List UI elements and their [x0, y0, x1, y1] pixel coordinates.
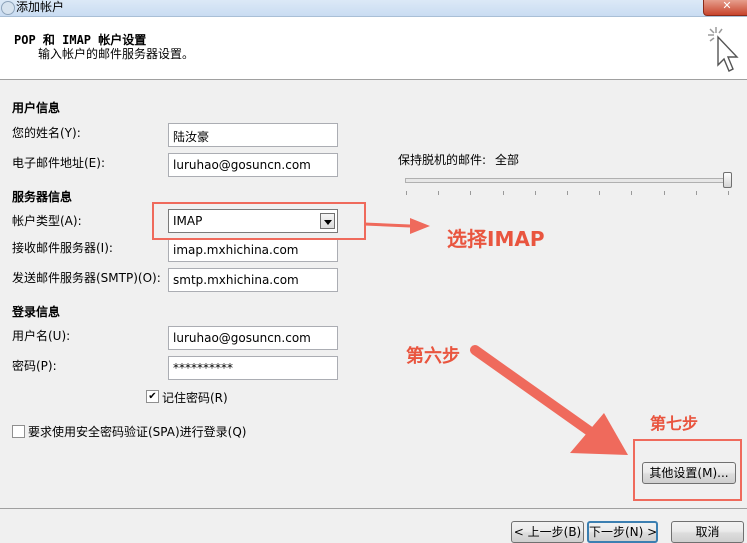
annotation-arrows	[363, 218, 628, 455]
annotation-select-imap: 选择IMAP	[447, 227, 545, 251]
arrow-step6-line	[470, 345, 600, 440]
arrow-to-imap-line	[363, 222, 411, 228]
annotation-step6: 第六步	[406, 346, 460, 367]
arrow-to-imap-head	[410, 218, 430, 234]
annotation-step7: 第七步	[650, 414, 699, 433]
